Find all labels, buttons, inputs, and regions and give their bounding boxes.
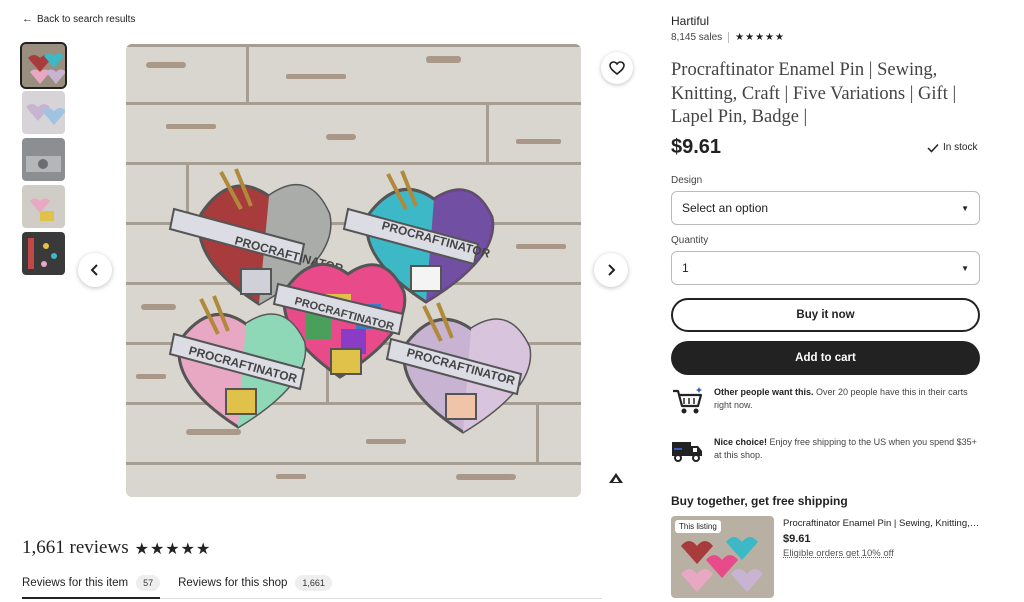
heart-icon bbox=[609, 61, 625, 75]
free-shipping-notice: Nice choice! Enjoy free shipping to the … bbox=[671, 436, 981, 466]
caret-down-icon: ▼ bbox=[961, 263, 969, 273]
checkmark-icon bbox=[927, 143, 939, 153]
next-image-button[interactable] bbox=[594, 253, 628, 287]
favorite-button[interactable] bbox=[601, 52, 633, 84]
add-to-cart-button[interactable]: Add to cart bbox=[671, 341, 980, 375]
reviews-count: 1,661 reviews bbox=[22, 537, 129, 558]
design-label: Design bbox=[671, 175, 703, 186]
thumbnail-1[interactable] bbox=[20, 42, 67, 89]
arrow-left-icon: ← bbox=[22, 13, 33, 25]
bundle-item[interactable]: This listing Procraftinator Enamel Pin |… bbox=[671, 516, 981, 598]
thumbnail-4[interactable] bbox=[22, 185, 65, 228]
main-product-image: PROCRAFTINATOR PROCRAFTINATOR PROCRAFTIN… bbox=[126, 44, 581, 497]
chevron-right-icon bbox=[608, 264, 616, 276]
demand-notice: Other people want this. Over 20 people h… bbox=[671, 386, 981, 416]
caret-down-icon: ▼ bbox=[961, 203, 969, 213]
shop-sales-row: 8,145 sales ★★★★★ bbox=[671, 32, 785, 43]
tab-reviews-for-shop[interactable]: Reviews for this shop 1,661 bbox=[178, 568, 332, 598]
tab-label: Reviews for this shop bbox=[178, 577, 288, 589]
sales-count: 8,145 sales bbox=[671, 32, 723, 43]
bundle-info: Procraftinator Enamel Pin | Sewing, Knit… bbox=[783, 516, 981, 598]
back-link-label: Back to search results bbox=[37, 13, 136, 25]
report-flag-icon[interactable] bbox=[608, 472, 624, 484]
bundle-discount-note[interactable]: Eligible orders get 10% off bbox=[783, 548, 981, 559]
delivery-truck-icon bbox=[672, 442, 702, 462]
shipping-text: Nice choice! Enjoy free shipping to the … bbox=[714, 437, 977, 460]
reviews-heading: 1,661 reviews ★★★★★ bbox=[22, 537, 211, 559]
demand-text: Other people want this. Over 20 people h… bbox=[714, 387, 968, 410]
tab-label: Reviews for this item bbox=[22, 577, 129, 589]
divider bbox=[728, 32, 730, 43]
thumbnail-strip bbox=[20, 42, 67, 279]
tab-reviews-for-item[interactable]: Reviews for this item 57 bbox=[22, 568, 161, 599]
thumbnail-2[interactable] bbox=[22, 91, 65, 134]
quantity-select-value: 1 bbox=[682, 261, 689, 275]
shop-name-link[interactable]: Hartiful bbox=[671, 14, 709, 28]
bundle-price: $9.61 bbox=[783, 533, 811, 545]
thumbnail-5[interactable] bbox=[22, 232, 65, 275]
stock-label: In stock bbox=[943, 142, 978, 153]
buy-it-now-button[interactable]: Buy it now bbox=[671, 298, 980, 332]
thumbnail-3[interactable] bbox=[22, 138, 65, 181]
bundle-thumbnail[interactable]: This listing bbox=[671, 516, 774, 598]
design-select-value: Select an option bbox=[682, 201, 769, 215]
previous-image-button[interactable] bbox=[78, 253, 112, 287]
listing-title: Procraftinator Enamel Pin | Sewing, Knit… bbox=[671, 60, 957, 127]
review-tabs: Reviews for this item 57 Reviews for thi… bbox=[22, 568, 602, 599]
quantity-select[interactable]: 1 ▼ bbox=[671, 251, 980, 285]
this-listing-tag: This listing bbox=[675, 520, 721, 533]
bundle-heading: Buy together, get free shipping bbox=[671, 494, 848, 508]
shopping-cart-icon bbox=[673, 387, 703, 414]
stock-status: In stock bbox=[927, 142, 977, 153]
tab-count-badge: 1,661 bbox=[295, 575, 332, 591]
shop-rating-stars[interactable]: ★★★★★ bbox=[735, 32, 785, 43]
listing-price: $9.61 bbox=[671, 136, 722, 158]
design-select[interactable]: Select an option ▼ bbox=[671, 191, 980, 225]
bundle-title[interactable]: Procraftinator Enamel Pin | Sewing, Knit… bbox=[783, 518, 981, 529]
back-to-search-link[interactable]: ← Back to search results bbox=[22, 13, 135, 25]
chevron-left-icon bbox=[90, 264, 98, 276]
tab-count-badge: 57 bbox=[136, 575, 161, 591]
quantity-label: Quantity bbox=[671, 235, 709, 246]
reviews-stars: ★★★★★ bbox=[134, 538, 212, 558]
